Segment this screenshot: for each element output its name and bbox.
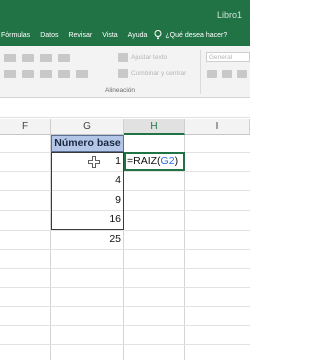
alignment-group-label: Alineación	[105, 87, 135, 94]
lightbulb-icon	[154, 30, 162, 40]
tell-me-search[interactable]: ¿Qué desea hacer?	[165, 32, 227, 39]
number-format-value: General	[209, 54, 233, 61]
ribbon-tabs: Fórmulas Datos Revisar Vista Ayuda ¿Qué …	[0, 24, 250, 46]
align-top-icon[interactable]	[4, 54, 16, 62]
column-header-f[interactable]: F	[0, 119, 51, 135]
window-title: Libro1	[216, 10, 242, 20]
currency-icon[interactable]	[207, 70, 217, 78]
percent-icon[interactable]	[222, 70, 232, 78]
gridline	[0, 210, 250, 211]
align-left-icon[interactable]	[4, 70, 16, 78]
gridline	[0, 325, 250, 326]
title-bar: Libro1	[0, 0, 250, 24]
gridline	[0, 344, 250, 345]
number-format-dropdown[interactable]: General	[206, 52, 250, 62]
group-divider	[200, 50, 201, 94]
wrap-text-icon	[118, 53, 128, 62]
gridline	[0, 230, 250, 231]
gridline	[0, 287, 250, 288]
tab-data[interactable]: Datos	[35, 32, 63, 39]
ribbon-panel: Ajustar texto Combinar y centrar General…	[0, 46, 250, 98]
cell-g4[interactable]: 9	[51, 191, 124, 210]
cell-g5[interactable]: 16	[51, 210, 124, 229]
formula-reference: G2	[160, 155, 175, 167]
align-bottom-icon[interactable]	[40, 54, 52, 62]
formula-suffix: )	[174, 155, 179, 167]
indent-icon[interactable]	[58, 70, 70, 78]
merge-center-button[interactable]: Combinar y centrar	[131, 70, 186, 77]
cell-g3[interactable]: 4	[51, 171, 124, 190]
tab-review[interactable]: Revisar	[63, 32, 97, 39]
comma-style-icon[interactable]	[237, 70, 247, 78]
tab-help[interactable]: Ayuda	[123, 32, 153, 39]
column-header-i[interactable]: I	[185, 119, 250, 135]
align-center-icon[interactable]	[22, 70, 34, 78]
cell-cursor-icon	[88, 155, 100, 168]
formula-prefix: =RAIZ(	[127, 155, 161, 167]
column-header-g[interactable]: G	[51, 119, 124, 135]
outdent-icon[interactable]	[76, 70, 88, 78]
cell-g6[interactable]: 25	[51, 230, 124, 249]
gridline	[0, 306, 250, 307]
cell-g1-header[interactable]: Número base	[51, 135, 124, 152]
gridline	[0, 268, 250, 269]
gridline	[0, 249, 250, 250]
align-middle-icon[interactable]	[22, 54, 34, 62]
wrap-text-button[interactable]: Ajustar texto	[131, 54, 167, 61]
cell-h2-formula[interactable]: =RAIZ(G2)	[127, 152, 185, 171]
orientation-icon[interactable]	[58, 54, 70, 62]
column-header-h[interactable]: H	[124, 119, 185, 135]
formula-bar-area	[0, 99, 250, 118]
align-right-icon[interactable]	[40, 70, 52, 78]
gridline	[0, 190, 250, 191]
merge-center-icon	[118, 69, 128, 78]
tab-view[interactable]: Vista	[97, 32, 122, 39]
gridline	[0, 171, 250, 172]
tab-formulas[interactable]: Fórmulas	[0, 32, 35, 39]
